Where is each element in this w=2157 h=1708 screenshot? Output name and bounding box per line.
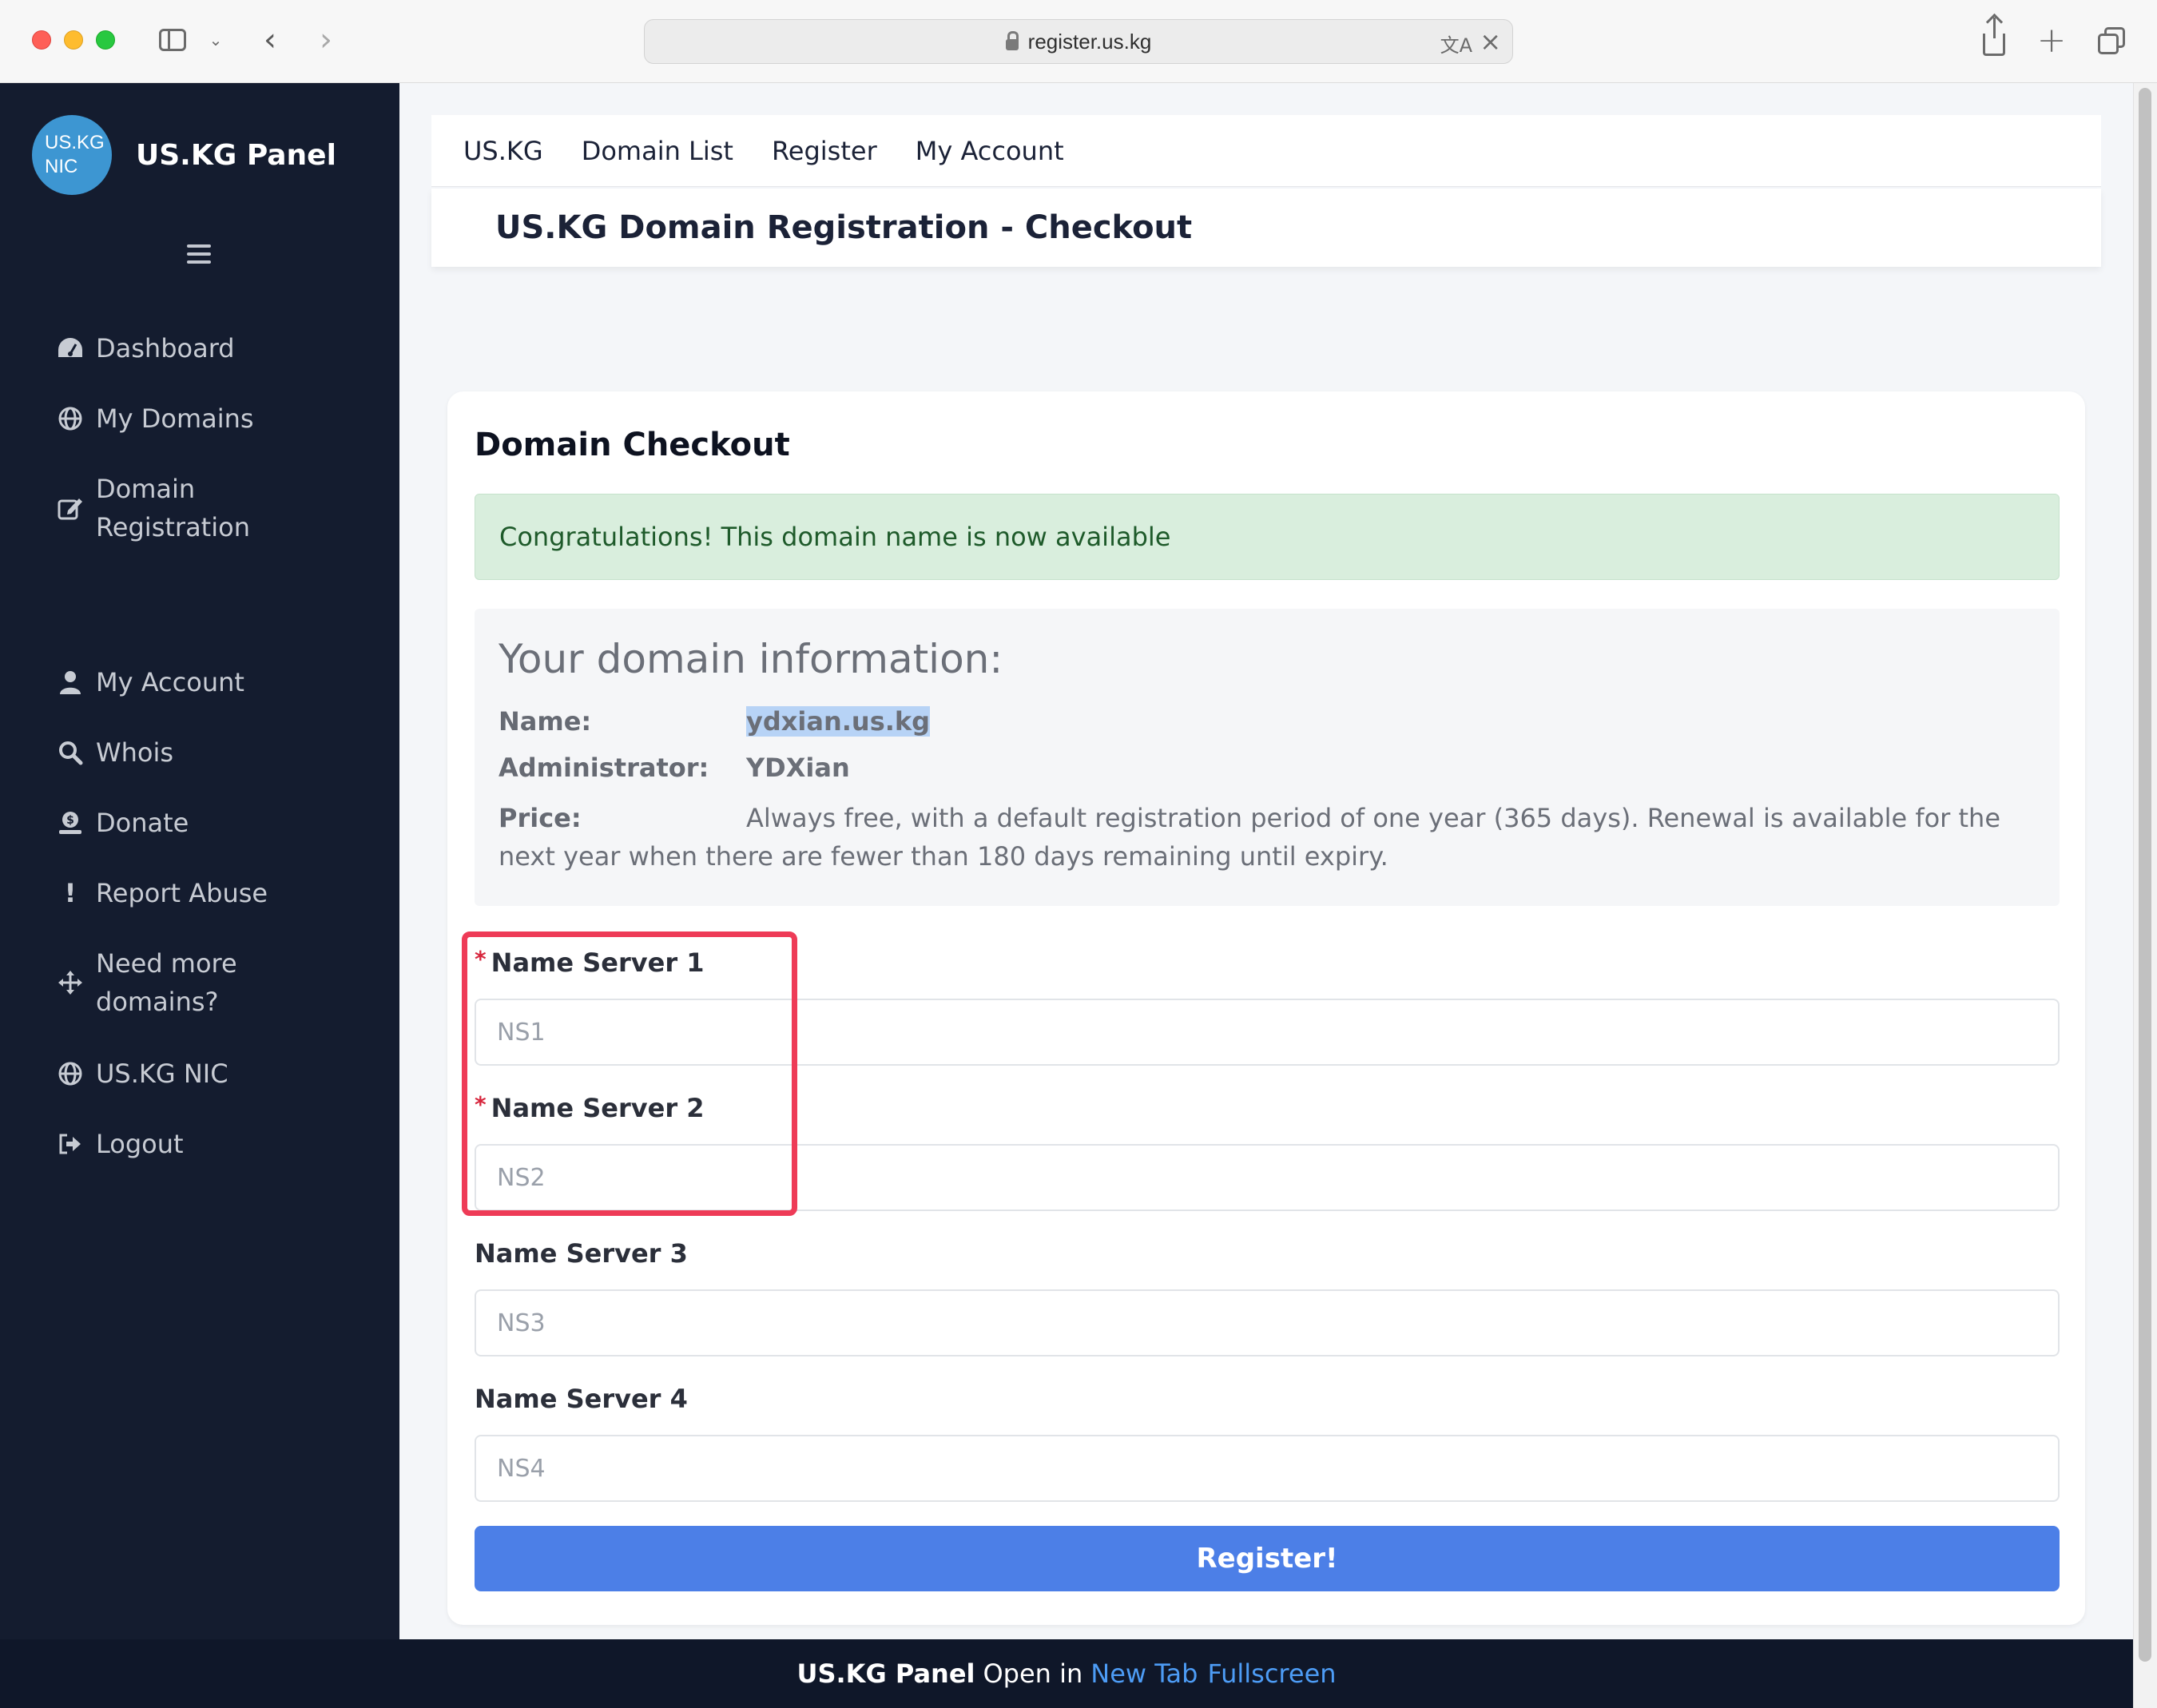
sidebar-item-label: My Domains bbox=[96, 403, 254, 434]
footer-text: Open in bbox=[983, 1658, 1083, 1689]
ns1-input[interactable] bbox=[475, 999, 2060, 1066]
browser-window: ⌄ ‹ › register.us.kg 文A × + US.KG NIC US… bbox=[0, 0, 2157, 1708]
edit-icon bbox=[54, 495, 86, 522]
card-title: Domain Checkout bbox=[475, 427, 790, 463]
brand-logo: US.KG NIC bbox=[32, 115, 112, 195]
sidebar-item-label: Donate bbox=[96, 808, 189, 838]
forward-arrow-icon[interactable]: › bbox=[310, 22, 342, 58]
success-alert: Congratulations! This domain name is now… bbox=[475, 494, 2060, 580]
dashboard-icon bbox=[54, 336, 86, 360]
info-row-admin: Administrator: YDXian bbox=[499, 753, 850, 783]
sidebar-item-label: US.KG NIC bbox=[96, 1059, 228, 1089]
footer-brand: US.KG Panel bbox=[796, 1658, 975, 1689]
new-tab-icon[interactable]: + bbox=[2036, 20, 2068, 61]
address-url: register.us.kg bbox=[1027, 29, 1152, 54]
sidebar-item-logout[interactable]: Logout bbox=[54, 1125, 184, 1163]
share-icon[interactable] bbox=[1978, 18, 2010, 58]
sidebar-item-report-abuse[interactable]: ! Report Abuse bbox=[54, 874, 268, 912]
price-label: Price: bbox=[499, 803, 582, 833]
name-value: ydxian.us.kg bbox=[746, 706, 931, 737]
ns2-label: * Name Server 2 bbox=[475, 1091, 705, 1123]
minimize-window-button[interactable] bbox=[64, 30, 83, 50]
hamburger-menu-icon[interactable] bbox=[187, 244, 211, 268]
sidebar-item-donate[interactable]: $ Donate bbox=[54, 804, 189, 842]
translate-icon[interactable]: 文A bbox=[1440, 30, 1472, 58]
svg-text:$: $ bbox=[66, 814, 74, 827]
search-icon bbox=[54, 740, 86, 765]
donate-icon: $ bbox=[54, 810, 86, 836]
sidebar-item-domain-registration[interactable]: Domain Registration bbox=[54, 470, 294, 546]
sidebar-item-my-account[interactable]: My Account bbox=[54, 663, 244, 701]
browser-toolbar: ⌄ ‹ › register.us.kg 文A × + bbox=[0, 0, 2157, 83]
sidebar-item-label: Logout bbox=[96, 1129, 184, 1159]
info-row-name: Name: ydxian.us.kg bbox=[499, 706, 931, 737]
tab-overview-icon[interactable] bbox=[2095, 22, 2130, 58]
main-content: US.KG Domain List Register My Account US… bbox=[399, 83, 2133, 1639]
footer-link-new-tab[interactable]: New Tab bbox=[1090, 1658, 1198, 1689]
globe-icon bbox=[54, 406, 86, 431]
move-icon bbox=[54, 970, 86, 995]
close-icon[interactable]: × bbox=[1480, 26, 1501, 57]
topnav-my-account[interactable]: My Account bbox=[916, 136, 1064, 166]
back-arrow-icon[interactable]: ‹ bbox=[254, 22, 286, 58]
required-asterisk: * bbox=[475, 946, 487, 972]
ns3-input[interactable] bbox=[475, 1289, 2060, 1356]
admin-label: Administrator: bbox=[499, 753, 709, 783]
page-title: US.KG Domain Registration - Checkout bbox=[495, 209, 1193, 246]
admin-value: YDXian bbox=[746, 753, 850, 783]
page-header: US.KG Domain Registration - Checkout bbox=[431, 189, 2101, 267]
ns2-input[interactable] bbox=[475, 1144, 2060, 1211]
ns4-label: Name Server 4 bbox=[475, 1384, 688, 1414]
info-title: Your domain information: bbox=[499, 636, 1003, 682]
logout-icon bbox=[54, 1132, 86, 1156]
sidebar-item-label: Whois bbox=[96, 737, 174, 768]
footer: US.KG Panel Open in New Tab Fullscreen bbox=[0, 1639, 2133, 1708]
ns4-input[interactable] bbox=[475, 1435, 2060, 1502]
sidebar-item-label: Domain Registration bbox=[96, 474, 250, 542]
ns1-label-text: Name Server 1 bbox=[491, 947, 705, 978]
close-window-button[interactable] bbox=[32, 30, 51, 50]
name-label: Name: bbox=[499, 706, 592, 737]
sidebar-item-label: Report Abuse bbox=[96, 878, 268, 908]
sidebar: US.KG NIC US.KG Panel Dashboard My Domai… bbox=[0, 83, 399, 1639]
topnav-register[interactable]: Register bbox=[772, 136, 877, 166]
lock-icon bbox=[1005, 31, 1019, 50]
sidebar-item-uskg-nic[interactable]: US.KG NIC bbox=[54, 1055, 228, 1093]
scrollbar-thumb[interactable] bbox=[2139, 88, 2151, 1662]
ns3-label-text: Name Server 3 bbox=[475, 1238, 688, 1269]
chevron-down-icon[interactable]: ⌄ bbox=[205, 22, 227, 58]
top-nav: US.KG Domain List Register My Account bbox=[431, 115, 2101, 187]
register-button[interactable]: Register! bbox=[475, 1526, 2060, 1591]
footer-link-fullscreen[interactable]: Fullscreen bbox=[1207, 1658, 1336, 1689]
sidebar-toggle-icon[interactable] bbox=[155, 22, 190, 58]
topnav-uskg[interactable]: US.KG bbox=[463, 136, 543, 166]
domain-info-panel: Your domain information: Name: ydxian.us.… bbox=[475, 609, 2060, 906]
exclamation-icon: ! bbox=[64, 878, 77, 908]
sidebar-item-label: My Account bbox=[96, 667, 244, 697]
globe-icon bbox=[54, 1061, 86, 1086]
ns2-label-text: Name Server 2 bbox=[491, 1093, 705, 1123]
user-icon bbox=[54, 669, 86, 695]
topnav-domain-list[interactable]: Domain List bbox=[582, 136, 733, 166]
address-bar[interactable]: register.us.kg 文A × bbox=[644, 19, 1513, 64]
brand[interactable]: US.KG NIC US.KG Panel bbox=[32, 115, 336, 195]
sidebar-item-whois[interactable]: Whois bbox=[54, 733, 173, 772]
required-asterisk: * bbox=[475, 1091, 487, 1118]
sidebar-item-need-more-domains[interactable]: Need more domains? bbox=[54, 944, 294, 1021]
brand-title: US.KG Panel bbox=[136, 138, 336, 172]
zoom-window-button[interactable] bbox=[96, 30, 115, 50]
ns4-label-text: Name Server 4 bbox=[475, 1384, 688, 1414]
sidebar-item-label: Dashboard bbox=[96, 333, 235, 363]
checkout-card: Domain Checkout Congratulations! This do… bbox=[447, 391, 2085, 1625]
page-scrollbar[interactable] bbox=[2133, 83, 2157, 1708]
logo-text-line2: NIC bbox=[45, 156, 78, 177]
info-row-price: Price: Always free, with a default regist… bbox=[499, 799, 2040, 876]
ns3-label: Name Server 3 bbox=[475, 1238, 688, 1269]
sidebar-item-dashboard[interactable]: Dashboard bbox=[54, 329, 235, 367]
sidebar-item-my-domains[interactable]: My Domains bbox=[54, 399, 254, 438]
logo-text-line1: US.KG bbox=[45, 132, 105, 153]
ns1-label: * Name Server 1 bbox=[475, 946, 705, 978]
sidebar-item-label: Need more domains? bbox=[96, 948, 237, 1017]
